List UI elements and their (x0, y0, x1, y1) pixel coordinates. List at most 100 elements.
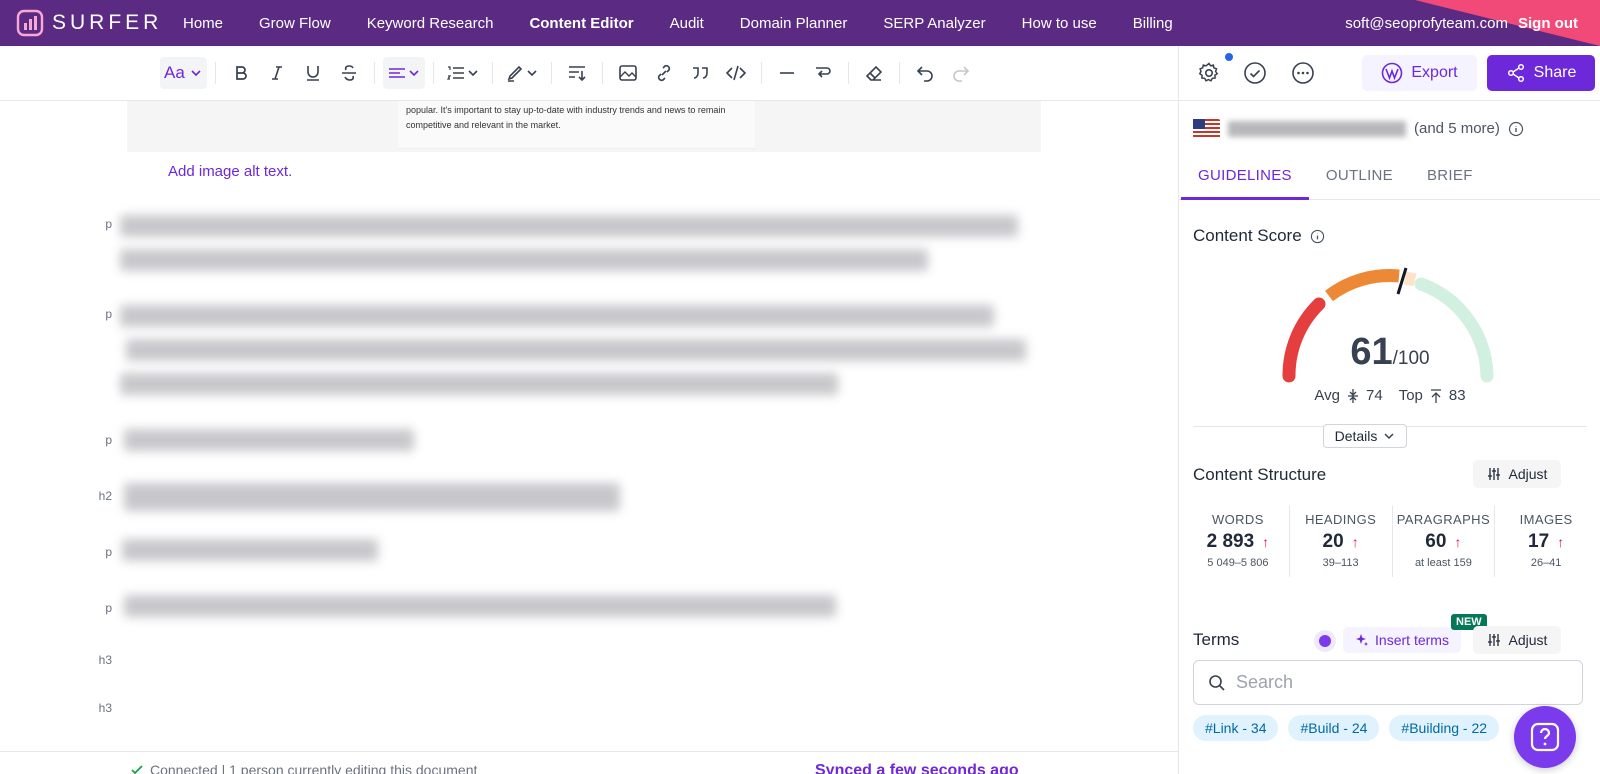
stat-headings: HEADINGS 20 ↑ 39–113 (1290, 506, 1393, 577)
quote-button[interactable] (683, 57, 717, 89)
block-tag: h3 (98, 653, 112, 667)
bold-button[interactable] (224, 57, 258, 89)
link-icon (657, 64, 670, 82)
nav-serp-analyzer[interactable]: SERP Analyzer (865, 15, 1003, 32)
more-horizontal-icon (1292, 62, 1314, 84)
insert-image-button[interactable] (611, 57, 645, 89)
export-button[interactable]: Export (1362, 55, 1477, 91)
user-email[interactable]: soft@seoprofyteam.com (1345, 15, 1508, 32)
underline-icon (306, 66, 319, 81)
font-size-dropdown[interactable]: Aa (160, 57, 207, 89)
block-tag: h3 (98, 701, 112, 715)
adjust-terms-button[interactable]: Adjust (1473, 626, 1561, 654)
redo-button[interactable] (944, 57, 978, 89)
structure-stats: WORDS 2 893 ↑ 5 049–5 806 HEADINGS 20 ↑ 39… (1187, 506, 1597, 577)
share-button[interactable]: Share (1487, 55, 1595, 91)
more-options-button[interactable] (1291, 61, 1315, 85)
code-icon (725, 65, 746, 81)
insert-terms-button[interactable]: Insert terms (1343, 627, 1461, 653)
redacted-keyword (1228, 120, 1406, 137)
info-icon[interactable] (1310, 229, 1325, 244)
content-score-title: Content Score (1193, 226, 1302, 245)
term-chip[interactable]: #Building - 22 (1389, 715, 1500, 741)
nav-billing[interactable]: Billing (1115, 15, 1191, 32)
details-button[interactable]: Details (1323, 424, 1407, 448)
code-button[interactable] (719, 57, 753, 89)
editor-toolbar: Aa (0, 46, 1178, 101)
score-gauge (1282, 267, 1494, 383)
terms-toggle[interactable] (1314, 630, 1336, 652)
location-row[interactable]: (and 5 more) (1179, 101, 1600, 156)
stat-number: 60 (1425, 531, 1447, 552)
stat-range: 39–113 (1322, 557, 1359, 569)
question-mark-icon (1530, 722, 1560, 752)
stat-value: 60 ↑ (1393, 531, 1495, 553)
tab-guidelines[interactable]: GUIDELINES (1181, 156, 1309, 200)
toolbar-divider (214, 62, 216, 84)
connection-status: Connected | 1 person currently editing t… (130, 762, 477, 774)
panel-header: Export Share (1179, 46, 1600, 101)
info-icon[interactable] (1508, 121, 1524, 137)
surfer-logo[interactable]: SURFER (16, 9, 162, 37)
help-button[interactable] (1514, 706, 1576, 768)
bold-icon (235, 66, 247, 80)
horizontal-rule-icon (779, 72, 794, 74)
term-chips: #Link - 34 #Build - 24 #Building - 22 (1193, 715, 1500, 741)
tab-brief[interactable]: BRIEF (1410, 156, 1490, 200)
toolbar-divider (373, 62, 375, 84)
add-alt-text-link[interactable]: Add image alt text. (168, 163, 292, 180)
align-dropdown[interactable] (382, 57, 425, 89)
insert-link-button[interactable] (647, 57, 681, 89)
settings-button[interactable] (1197, 61, 1221, 85)
nav-domain-planner[interactable]: Domain Planner (722, 15, 866, 32)
location-more: (and 5 more) (1414, 120, 1500, 137)
underline-button[interactable] (296, 57, 330, 89)
score-value: 61/100 (1179, 331, 1600, 374)
quote-icon (692, 67, 708, 79)
chevron-down-icon (191, 70, 201, 77)
chevron-down-icon (527, 70, 537, 77)
sliders-icon (1487, 634, 1500, 646)
highlight-dropdown[interactable] (501, 57, 543, 89)
check-button[interactable] (1243, 61, 1267, 85)
nav-how-to-use[interactable]: How to use (1004, 15, 1115, 32)
editor-canvas[interactable]: popular. It's important to stay up-to-da… (0, 101, 1178, 751)
brand-name: SURFER (52, 11, 163, 34)
us-flag-icon (1193, 119, 1220, 138)
stat-number: 17 (1528, 531, 1550, 552)
tab-outline[interactable]: OUTLINE (1309, 156, 1410, 200)
term-chip[interactable]: #Build - 24 (1288, 715, 1380, 741)
sign-out-link[interactable]: Sign out (1518, 15, 1578, 32)
horizontal-rule-button[interactable] (770, 57, 804, 89)
line-height-button[interactable] (560, 57, 594, 89)
main-menu: Home Grow Flow Keyword Research Content … (165, 0, 1191, 46)
redo-icon (953, 66, 969, 82)
strikethrough-icon (341, 65, 356, 81)
nav-grow-flow[interactable]: Grow Flow (241, 15, 349, 32)
embedded-image[interactable]: popular. It's important to stay up-to-da… (127, 101, 1041, 152)
nav-audit[interactable]: Audit (652, 15, 722, 32)
term-chip[interactable]: #Link - 34 (1193, 715, 1279, 741)
terms-search[interactable] (1193, 660, 1583, 705)
italic-button[interactable] (260, 57, 294, 89)
block-tag: p (105, 217, 112, 231)
stat-range: 5 049–5 806 (1207, 557, 1269, 569)
toolbar-divider (491, 62, 493, 84)
gauge-segment-mid (1325, 269, 1400, 302)
list-icon (446, 66, 464, 80)
list-dropdown[interactable] (442, 57, 484, 89)
line-break-button[interactable] (806, 57, 840, 89)
nav-keyword-research[interactable]: Keyword Research (349, 15, 512, 32)
top-score: Top 83 (1399, 387, 1466, 404)
adjust-structure-button[interactable]: Adjust (1473, 460, 1561, 488)
search-input[interactable] (1236, 672, 1536, 693)
strikethrough-button[interactable] (332, 57, 366, 89)
block-tag: p (105, 601, 112, 615)
clear-format-button[interactable] (857, 57, 891, 89)
nav-content-editor[interactable]: Content Editor (511, 15, 651, 32)
undo-button[interactable] (908, 57, 942, 89)
export-label: Export (1411, 64, 1458, 81)
nav-home[interactable]: Home (165, 15, 241, 32)
toolbar-divider (760, 62, 762, 84)
gear-icon (1198, 62, 1219, 82)
